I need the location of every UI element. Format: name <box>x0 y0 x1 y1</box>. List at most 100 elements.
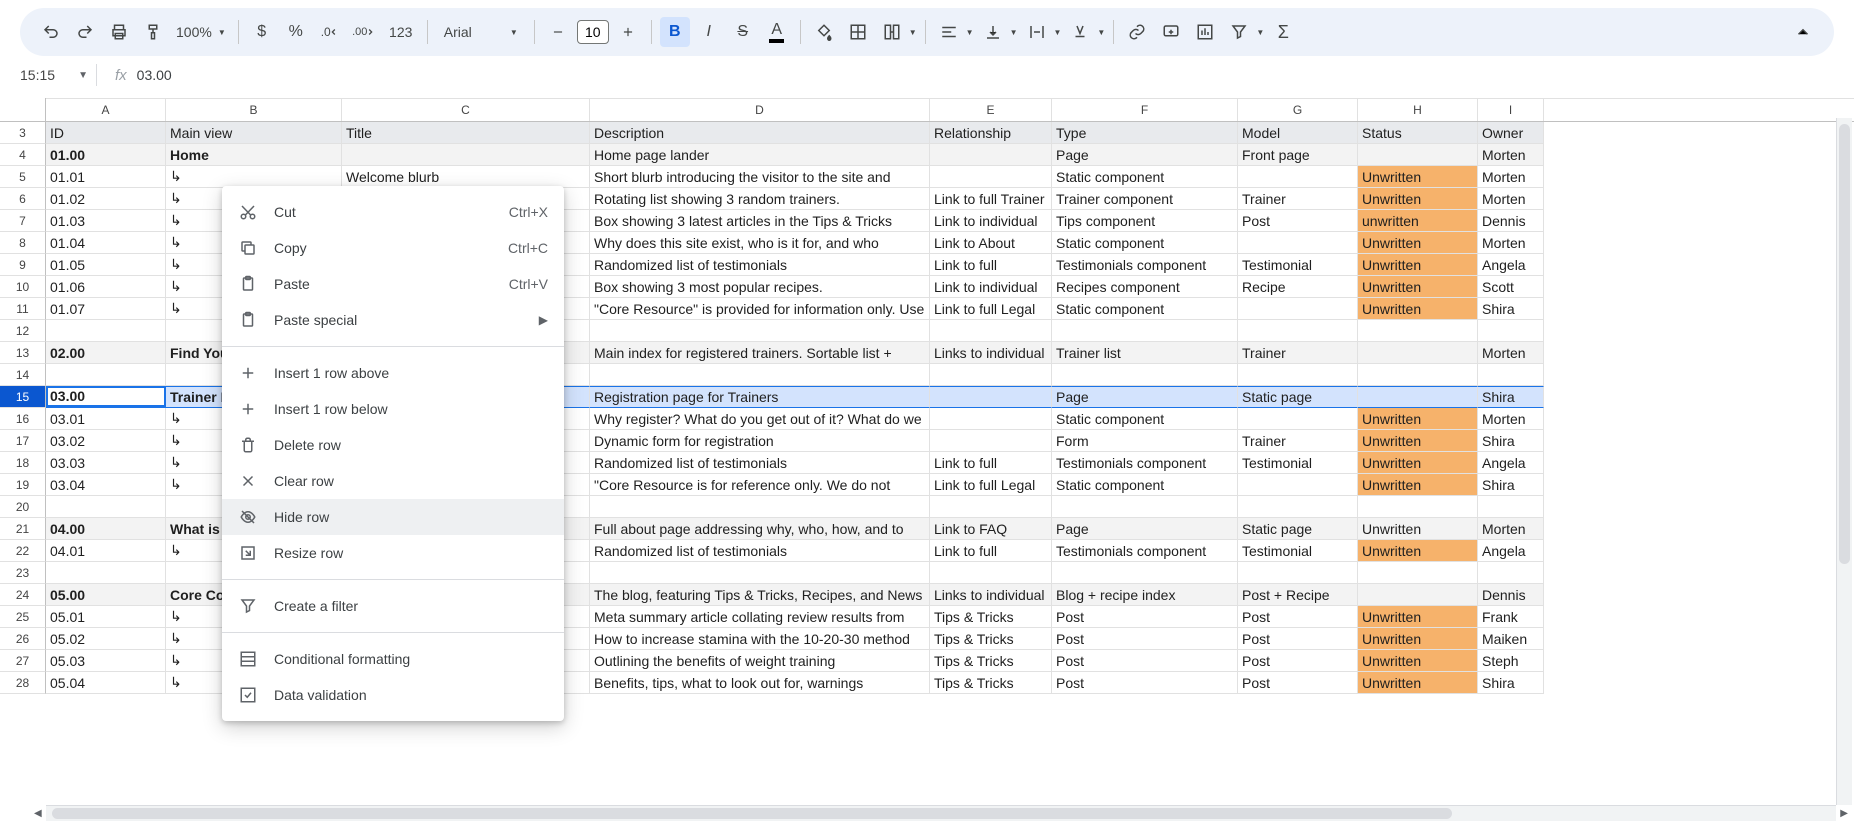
cell[interactable]: Trainer component <box>1052 188 1238 210</box>
cell[interactable]: Short blurb introducing the visitor to t… <box>590 166 930 188</box>
horizontal-scrollbar[interactable]: ◀▶ <box>46 805 1836 821</box>
row-header[interactable]: 4 <box>0 144 46 166</box>
cell[interactable]: Link to full <box>930 254 1052 276</box>
row-header[interactable]: 23 <box>0 562 46 584</box>
cell[interactable] <box>930 386 1052 408</box>
cell[interactable]: Randomized list of testimonials <box>590 452 930 474</box>
row-header[interactable]: 27 <box>0 650 46 672</box>
filter-button[interactable] <box>1224 17 1254 47</box>
row-header[interactable]: 22 <box>0 540 46 562</box>
cell[interactable]: Why register? What do you get out of it?… <box>590 408 930 430</box>
cell[interactable]: Shira <box>1478 672 1544 694</box>
cell[interactable] <box>342 144 590 166</box>
cell[interactable]: Post <box>1052 672 1238 694</box>
cell[interactable] <box>1238 408 1358 430</box>
header-cell[interactable]: Owner <box>1478 122 1544 144</box>
cell[interactable]: 04.00 <box>46 518 166 540</box>
decrease-font-button[interactable] <box>543 17 573 47</box>
cell[interactable]: Link to full Legal <box>930 298 1052 320</box>
row-header[interactable]: 25 <box>0 606 46 628</box>
borders-button[interactable] <box>843 17 873 47</box>
ctx-clear-row[interactable]: Clear row <box>222 463 564 499</box>
col-header-i[interactable]: I <box>1478 99 1544 121</box>
row-header[interactable]: 24 <box>0 584 46 606</box>
cell[interactable]: Morten <box>1478 518 1544 540</box>
row-header[interactable]: 26 <box>0 628 46 650</box>
insert-comment-button[interactable] <box>1156 17 1186 47</box>
cell[interactable] <box>1052 496 1238 518</box>
cell[interactable]: Front page <box>1238 144 1358 166</box>
cell[interactable] <box>46 562 166 584</box>
header-cell[interactable]: Type <box>1052 122 1238 144</box>
cell[interactable]: Link to full Legal <box>930 474 1052 496</box>
print-button[interactable] <box>104 17 134 47</box>
col-header-d[interactable]: D <box>590 99 930 121</box>
italic-button[interactable]: I <box>694 17 724 47</box>
cell[interactable] <box>46 320 166 342</box>
cell[interactable]: Unwritten <box>1358 474 1478 496</box>
text-color-button[interactable]: A <box>762 17 792 47</box>
cell[interactable] <box>1358 342 1478 364</box>
row-header[interactable]: 19 <box>0 474 46 496</box>
cell[interactable] <box>1358 496 1478 518</box>
paint-format-button[interactable] <box>138 17 168 47</box>
cell[interactable]: Why does this site exist, who is it for,… <box>590 232 930 254</box>
cell[interactable] <box>1358 144 1478 166</box>
cell[interactable]: 05.02 <box>46 628 166 650</box>
cell[interactable]: Tips component <box>1052 210 1238 232</box>
cell[interactable]: 01.05 <box>46 254 166 276</box>
header-cell[interactable]: Description <box>590 122 930 144</box>
cell[interactable] <box>930 320 1052 342</box>
cell[interactable]: Tips & Tricks <box>930 628 1052 650</box>
cell[interactable]: Post <box>1052 628 1238 650</box>
rotation-dropdown[interactable]: ▼ <box>1097 28 1105 37</box>
cell[interactable]: Scott <box>1478 276 1544 298</box>
redo-button[interactable] <box>70 17 100 47</box>
cell[interactable]: Randomized list of testimonials <box>590 540 930 562</box>
vertical-scrollbar[interactable] <box>1836 118 1852 805</box>
row-header[interactable]: 16 <box>0 408 46 430</box>
cell[interactable]: Post + Recipe <box>1238 584 1358 606</box>
cell[interactable] <box>1238 364 1358 386</box>
cell[interactable] <box>1358 320 1478 342</box>
cell[interactable]: 02.00 <box>46 342 166 364</box>
horizontal-align-button[interactable] <box>934 17 964 47</box>
cell[interactable]: Unwritten <box>1358 540 1478 562</box>
cell[interactable]: 04.01 <box>46 540 166 562</box>
cell[interactable] <box>1052 562 1238 584</box>
col-header-a[interactable]: A <box>46 99 166 121</box>
cell[interactable]: Post <box>1052 650 1238 672</box>
ctx-paste-special[interactable]: Paste special▶ <box>222 302 564 338</box>
cell[interactable]: 01.02 <box>46 188 166 210</box>
cell[interactable] <box>590 320 930 342</box>
fill-color-button[interactable] <box>809 17 839 47</box>
cell[interactable]: ↳ <box>166 166 342 188</box>
cell[interactable]: Static component <box>1052 232 1238 254</box>
cell[interactable]: Trainer list <box>1052 342 1238 364</box>
row-header[interactable]: 5 <box>0 166 46 188</box>
cell[interactable]: Tips & Tricks <box>930 672 1052 694</box>
cell[interactable] <box>590 364 930 386</box>
cell[interactable]: 01.03 <box>46 210 166 232</box>
cell[interactable]: Link to full <box>930 540 1052 562</box>
cell[interactable]: Trainer <box>1238 342 1358 364</box>
cell[interactable]: Static component <box>1052 408 1238 430</box>
cell[interactable]: 05.00 <box>46 584 166 606</box>
cell[interactable]: Link to full Trainer <box>930 188 1052 210</box>
cell[interactable]: Page <box>1052 386 1238 408</box>
cell[interactable]: Static component <box>1052 166 1238 188</box>
cell[interactable] <box>1238 474 1358 496</box>
cell[interactable]: 01.04 <box>46 232 166 254</box>
font-size-input[interactable] <box>577 20 609 44</box>
cell[interactable]: Testimonial <box>1238 452 1358 474</box>
ctx-create-filter[interactable]: Create a filter <box>222 588 564 624</box>
strikethrough-button[interactable]: S <box>728 17 758 47</box>
cell[interactable]: Static component <box>1052 474 1238 496</box>
header-cell[interactable]: ID <box>46 122 166 144</box>
cell[interactable]: Post <box>1238 606 1358 628</box>
cell[interactable] <box>1052 364 1238 386</box>
cell[interactable]: 03.01 <box>46 408 166 430</box>
cell[interactable]: Unwritten <box>1358 298 1478 320</box>
cell[interactable]: Morten <box>1478 408 1544 430</box>
cell[interactable]: Testimonials component <box>1052 254 1238 276</box>
